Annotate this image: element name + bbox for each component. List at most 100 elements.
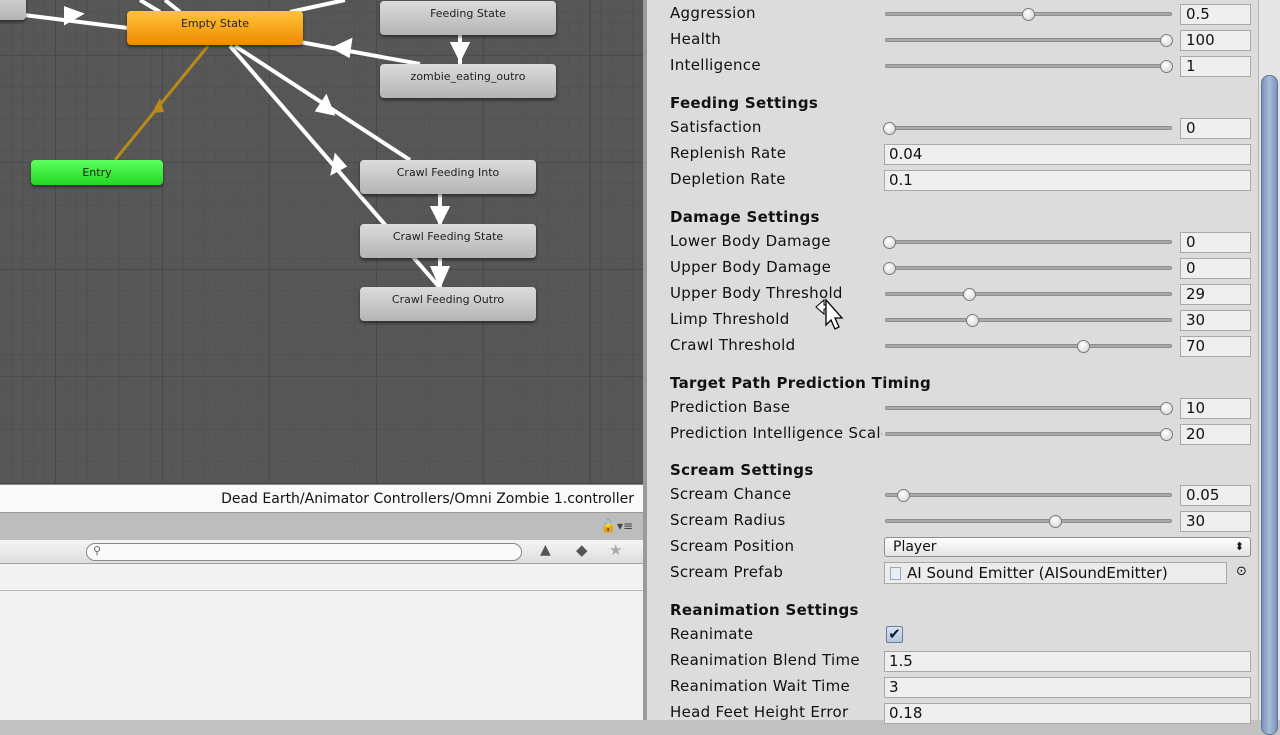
- state-node-crawl-feeding-into[interactable]: Crawl Feeding Into: [360, 160, 536, 194]
- project-list[interactable]: [0, 564, 643, 720]
- field-label: Aggression: [670, 4, 756, 22]
- head-feet-height-error-field[interactable]: 0.18: [884, 703, 1251, 724]
- satisfaction-field[interactable]: 0: [1180, 118, 1251, 139]
- search-input[interactable]: ⚲: [86, 543, 522, 561]
- replenish-rate-field[interactable]: 0.04: [884, 144, 1251, 165]
- section-header: Damage Settings: [670, 208, 820, 226]
- prediction-intelligence-scale-slider-handle[interactable]: [1160, 428, 1173, 441]
- mouse-cursor-icon: [815, 298, 844, 330]
- prediction-base-slider-handle[interactable]: [1160, 402, 1173, 415]
- prediction-base-field[interactable]: 10: [1180, 398, 1251, 419]
- field-label: Upper Body Damage: [670, 258, 832, 276]
- lock-icon[interactable]: 🔓: [600, 519, 616, 534]
- scrollbar-thumb[interactable]: [1261, 75, 1278, 735]
- crawl-threshold-slider-handle[interactable]: [1076, 340, 1090, 353]
- health-slider-track[interactable]: [885, 38, 1172, 42]
- scream-prefab-object-field[interactable]: AI Sound Emitter (AISoundEmitter): [884, 562, 1227, 584]
- inspector-panel: Aggression 0.5 Health 100 Intelligence 1 Feedi…: [647, 0, 1258, 724]
- dropdown-value: Player: [893, 539, 937, 555]
- scream-chance-field[interactable]: 0.05: [1180, 485, 1251, 506]
- state-node-offscreen[interactable]: [0, 0, 26, 20]
- field-label: Upper Body Threshold: [670, 284, 843, 302]
- field-label: Scream Position: [670, 537, 795, 555]
- scream-radius-slider-handle[interactable]: [1049, 515, 1063, 528]
- section-header: Reanimation Settings: [670, 601, 859, 619]
- state-node-feeding-state[interactable]: Feeding State: [380, 1, 556, 35]
- project-search-row: ⚲ ▲ ◆ ★: [0, 540, 643, 564]
- upper-body-damage-field[interactable]: 0: [1180, 258, 1251, 279]
- health-field[interactable]: 100: [1180, 30, 1251, 51]
- upper-body-threshold-slider-track[interactable]: [885, 292, 1172, 296]
- field-label: Health: [670, 30, 722, 48]
- object-field-value: AI Sound Emitter (AISoundEmitter): [907, 564, 1168, 582]
- field-label: Depletion Rate: [670, 170, 786, 188]
- search-icon: ⚲: [93, 544, 102, 557]
- filter-by-label-icon[interactable]: ◆: [576, 541, 588, 559]
- upper-body-threshold-slider-handle[interactable]: [963, 288, 977, 301]
- reanimation-blend-time-field[interactable]: 1.5: [884, 651, 1251, 672]
- limp-threshold-field[interactable]: 30: [1180, 310, 1251, 331]
- field-label: Lower Body Damage: [670, 232, 831, 250]
- health-slider-handle[interactable]: [1160, 34, 1173, 47]
- lower-body-damage-field[interactable]: 0: [1180, 232, 1251, 253]
- section-header: Scream Settings: [670, 461, 814, 479]
- crawl-threshold-slider-track[interactable]: [885, 344, 1172, 348]
- dropdown-arrows-icon: ⬍: [1234, 540, 1244, 553]
- field-label: Scream Prefab: [670, 563, 784, 581]
- field-label: Reanimation Wait Time: [670, 677, 851, 695]
- scream-prefab-object-picker-icon[interactable]: ⊙: [1236, 564, 1247, 579]
- depletion-rate-field[interactable]: 0.1: [884, 170, 1251, 191]
- intelligence-slider-track[interactable]: [885, 64, 1172, 68]
- scream-radius-field[interactable]: 30: [1180, 511, 1251, 532]
- field-label: Prediction Intelligence Scale: [670, 424, 882, 442]
- reanimation-wait-time-field[interactable]: 3: [884, 677, 1251, 698]
- field-label: Intelligence: [670, 56, 761, 74]
- section-header: Feeding Settings: [670, 94, 819, 112]
- scream-radius-slider-track[interactable]: [885, 519, 1172, 523]
- field-label: Replenish Rate: [670, 144, 787, 162]
- scream-chance-slider-track[interactable]: [885, 493, 1172, 497]
- field-label: Reanimate: [670, 625, 754, 643]
- field-label: Head Feet Height Error: [670, 703, 849, 721]
- project-toolbar: 🔓 ▾≡: [0, 512, 643, 540]
- upper-body-threshold-field[interactable]: 29: [1180, 284, 1251, 305]
- scream-position-dropdown[interactable]: Player ⬍: [884, 537, 1251, 557]
- intelligence-field[interactable]: 1: [1180, 56, 1251, 77]
- script-file-icon: [890, 567, 901, 580]
- satisfaction-slider-handle[interactable]: [883, 122, 896, 135]
- field-label: Limp Threshold: [670, 310, 790, 328]
- state-node-crawl-feeding-state[interactable]: Crawl Feeding State: [360, 224, 536, 258]
- aggression-slider-handle[interactable]: [1021, 8, 1035, 21]
- lower-body-damage-slider-handle[interactable]: [883, 236, 896, 249]
- scream-chance-slider-handle[interactable]: [896, 489, 910, 502]
- field-label: Reanimation Blend Time: [670, 651, 860, 669]
- limp-threshold-slider-track[interactable]: [885, 318, 1172, 322]
- state-node-zombie-eating-outro[interactable]: zombie_eating_outro: [380, 64, 556, 98]
- field-label: Scream Chance: [670, 485, 792, 503]
- favorites-star-icon[interactable]: ★: [609, 541, 622, 559]
- menu-icon[interactable]: ▾≡: [617, 519, 633, 533]
- satisfaction-slider-track[interactable]: [885, 126, 1172, 130]
- prediction-base-slider-track[interactable]: [885, 406, 1172, 410]
- inspector-scrollbar[interactable]: [1258, 0, 1280, 735]
- field-label: Scream Radius: [670, 511, 786, 529]
- animator-graph[interactable]: Empty State Feeding State zombie_eating_…: [0, 0, 643, 484]
- field-label: Satisfaction: [670, 118, 762, 136]
- aggression-field[interactable]: 0.5: [1180, 4, 1251, 25]
- state-node-entry[interactable]: Entry: [31, 160, 163, 185]
- divider: [0, 590, 643, 591]
- lower-body-damage-slider-track[interactable]: [885, 240, 1172, 244]
- filter-by-type-icon[interactable]: ▲: [540, 542, 551, 558]
- upper-body-damage-slider-track[interactable]: [885, 266, 1172, 270]
- state-node-empty-state[interactable]: Empty State: [127, 11, 303, 45]
- limp-threshold-slider-handle[interactable]: [966, 314, 980, 327]
- section-header: Target Path Prediction Timing: [670, 374, 932, 392]
- reanimate-checkbox[interactable]: ✔: [886, 626, 903, 643]
- intelligence-slider-handle[interactable]: [1160, 60, 1173, 73]
- state-node-crawl-feeding-outro[interactable]: Crawl Feeding Outro: [360, 287, 536, 321]
- prediction-intelligence-scale-field[interactable]: 20: [1180, 424, 1251, 445]
- controller-path: Dead Earth/Animator Controllers/Omni Zom…: [0, 484, 643, 512]
- crawl-threshold-field[interactable]: 70: [1180, 336, 1251, 357]
- upper-body-damage-slider-handle[interactable]: [883, 262, 896, 275]
- prediction-intelligence-scale-slider-track[interactable]: [885, 432, 1172, 436]
